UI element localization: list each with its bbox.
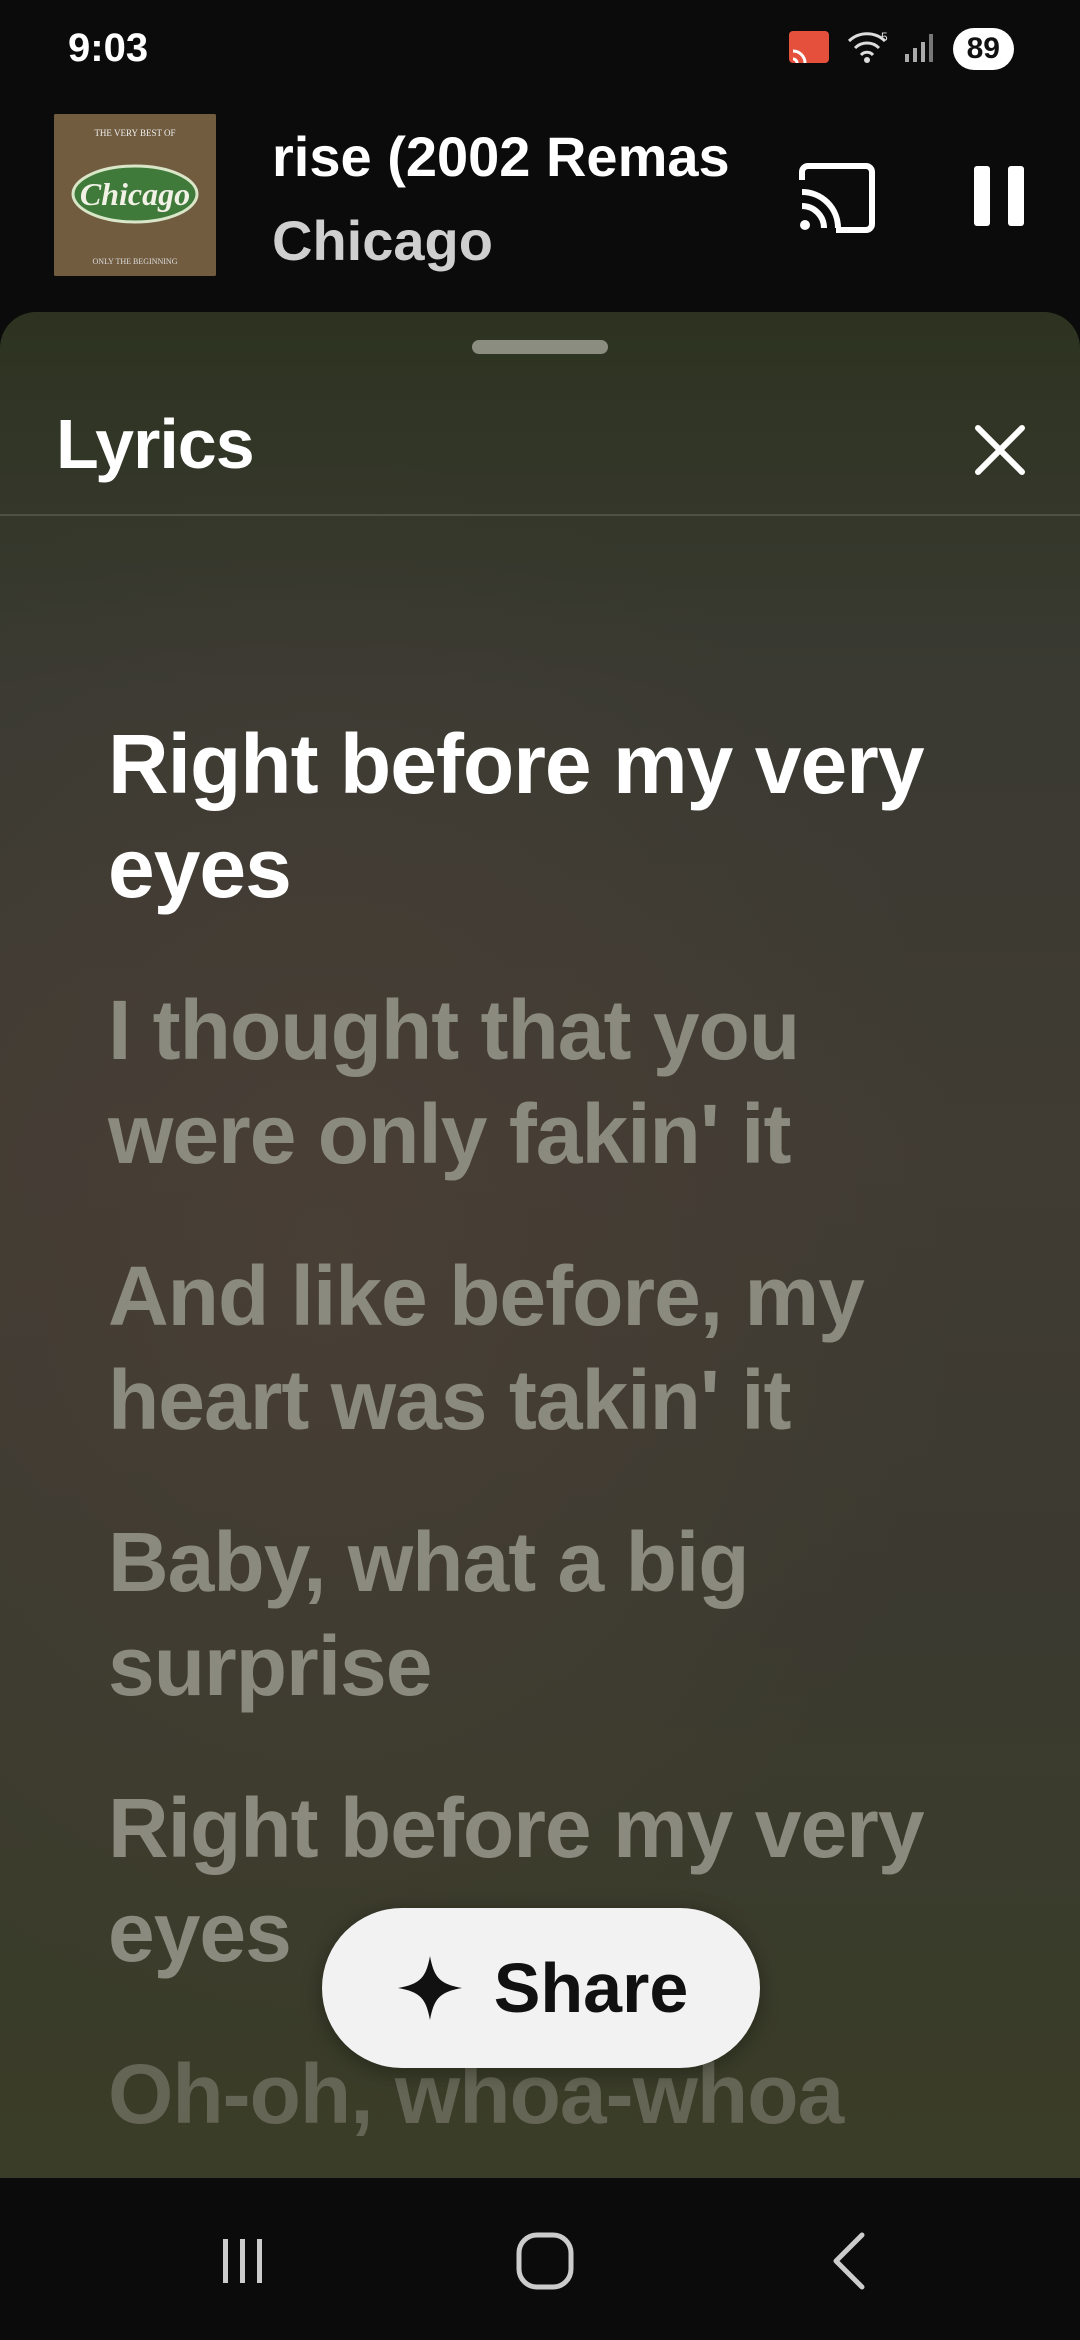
mini-player[interactable]: THE VERY BEST OF Chicago ONLY THE BEGINN… xyxy=(0,104,1080,304)
svg-text:THE VERY BEST OF: THE VERY BEST OF xyxy=(94,128,175,138)
lyrics-header: Lyrics xyxy=(0,364,1080,516)
status-time: 9:03 xyxy=(68,26,149,70)
svg-text:5: 5 xyxy=(881,30,888,44)
cast-icon xyxy=(799,163,875,233)
signal-icon xyxy=(903,30,939,69)
back-icon xyxy=(833,2232,865,2290)
navigation-bar xyxy=(0,2178,1080,2340)
cast-status-icon xyxy=(787,29,831,70)
track-artist[interactable]: Chicago xyxy=(272,208,493,273)
album-logo: Chicago xyxy=(80,176,190,212)
home-icon xyxy=(516,2232,574,2290)
lyrics-sheet: Lyrics Right before my very eyes I thoug… xyxy=(0,312,1080,2178)
status-bar: 9:03 5 89 xyxy=(0,0,1080,104)
lyrics-title: Lyrics xyxy=(56,405,255,483)
lyric-line[interactable]: I thought that you were only fakin' it xyxy=(108,978,988,1186)
track-title[interactable]: rise (2002 Remas xyxy=(272,124,760,189)
lyric-line[interactable]: Baby, what a big surprise xyxy=(108,1510,988,1718)
status-icons: 5 89 xyxy=(787,28,1014,70)
wifi-icon: 5 xyxy=(845,29,889,70)
drag-handle[interactable] xyxy=(472,340,608,354)
svg-text:ONLY THE BEGINNING: ONLY THE BEGINNING xyxy=(93,257,178,266)
close-button[interactable] xyxy=(972,422,1028,478)
lyric-line[interactable]: And like before, my heart was takin' it xyxy=(108,1244,988,1452)
cast-button[interactable] xyxy=(796,162,878,234)
pause-icon xyxy=(974,166,1024,226)
lyric-line-active[interactable]: Right before my very eyes xyxy=(108,712,988,920)
home-button[interactable] xyxy=(500,2226,590,2296)
sparkle-icon xyxy=(397,1956,462,2020)
recent-apps-icon xyxy=(223,2239,262,2283)
recent-apps-button[interactable] xyxy=(198,2226,288,2296)
back-button[interactable] xyxy=(804,2226,894,2296)
battery-indicator: 89 xyxy=(952,28,1014,70)
close-icon xyxy=(975,425,1025,475)
share-label: Share xyxy=(493,1949,689,2027)
share-button[interactable]: Share xyxy=(322,1908,760,2068)
pause-button[interactable] xyxy=(966,160,1032,232)
album-art[interactable]: THE VERY BEST OF Chicago ONLY THE BEGINN… xyxy=(54,114,216,276)
